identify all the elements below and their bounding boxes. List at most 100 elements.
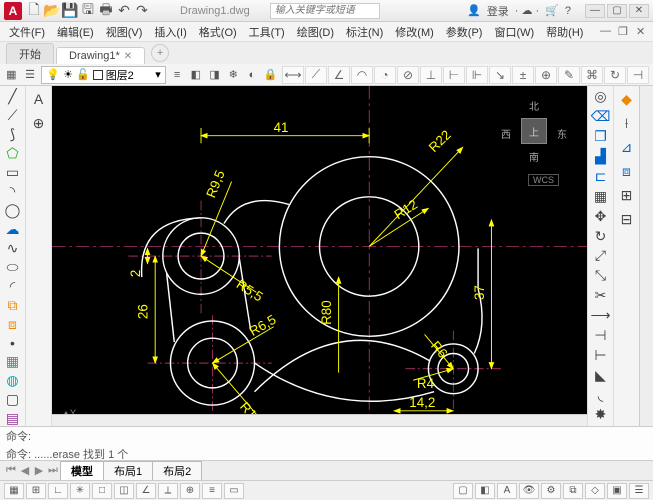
line-icon[interactable]: ╱ (2, 88, 24, 105)
status-grid-icon[interactable]: ▦ (4, 483, 24, 499)
menu-edit[interactable]: 编辑(E) (52, 23, 99, 41)
explode-icon[interactable]: ✸ (590, 406, 612, 424)
tab-model[interactable]: 模型 (60, 461, 104, 481)
status-dyn-icon[interactable]: ⊕ (180, 483, 200, 499)
polyline-icon[interactable]: ⟆ (2, 126, 24, 143)
tool2-a-icon[interactable]: ◆ (616, 88, 638, 110)
close-icon[interactable]: ✕ (124, 51, 132, 62)
dim-update-icon[interactable]: ↻ (604, 66, 626, 84)
tab-start[interactable]: 开始 (6, 43, 54, 64)
stretch-icon[interactable]: ⤡ (590, 267, 612, 285)
region-icon[interactable]: ▢ (2, 391, 24, 408)
status-ws-icon[interactable]: ⚙ (541, 483, 561, 499)
status-otrack-icon[interactable]: ∠ (136, 483, 156, 499)
arc-icon[interactable]: ◝ (2, 183, 24, 200)
menu-view[interactable]: 视图(V) (101, 23, 148, 41)
dim-diameter-icon[interactable]: ⊘ (397, 66, 419, 84)
offset-icon[interactable]: ⊏ (590, 168, 612, 186)
mtext-icon[interactable]: A (28, 88, 50, 110)
undo-icon[interactable]: ↶ (116, 3, 132, 19)
redo-icon[interactable]: ↷ (134, 3, 150, 19)
open-icon[interactable]: 📂 (44, 3, 60, 19)
status-lwt-icon[interactable]: ≡ (202, 483, 222, 499)
dim-aligned-icon[interactable]: ⟋ (305, 66, 327, 84)
save-icon[interactable]: 💾 (62, 3, 78, 19)
status-osnap-icon[interactable]: □ (92, 483, 112, 499)
menu-modify[interactable]: 修改(M) (390, 23, 439, 41)
close-button[interactable]: ✕ (629, 4, 649, 18)
status-hw-icon[interactable]: ⧉ (563, 483, 583, 499)
ellipse-arc-icon[interactable]: ◜ (2, 278, 24, 295)
tab-layout1[interactable]: 布局1 (103, 461, 153, 481)
tool2-b-icon[interactable]: ⟊ (616, 112, 638, 134)
minimize-button[interactable]: — (585, 4, 605, 18)
mirror-icon[interactable]: ▟ (590, 148, 612, 166)
block-create-icon[interactable]: ⧈ (2, 316, 24, 333)
layer-off-icon[interactable]: ◐ (245, 66, 260, 84)
saveas-icon[interactable]: 🖫 (80, 3, 96, 19)
dim-tolerance-icon[interactable]: ± (512, 66, 534, 84)
dim-angular-icon[interactable]: ∠ (328, 66, 350, 84)
tab-nav-next[interactable]: ▶ (32, 464, 46, 477)
menu-param[interactable]: 参数(P) (441, 23, 488, 41)
doc-restore-button[interactable]: ❐ (613, 24, 631, 39)
menu-format[interactable]: 格式(O) (194, 23, 242, 41)
status-ducs-icon[interactable]: ⟂ (158, 483, 178, 499)
new-icon[interactable]: 🗋 (26, 3, 42, 19)
layer-dropdown[interactable]: 💡 ☀ 🔓 图层2 ▾ (41, 66, 165, 84)
maximize-button[interactable]: ▢ (607, 4, 627, 18)
viewcube-top[interactable]: 上 (521, 118, 547, 144)
tab-nav-prev[interactable]: ◀ (18, 464, 32, 477)
help-icon[interactable]: ? (565, 5, 571, 17)
array-icon[interactable]: ▦ (590, 187, 612, 205)
dim-arc-icon[interactable]: ◠ (351, 66, 373, 84)
fillet-icon[interactable]: ◟ (590, 386, 612, 404)
dim-baseline-icon[interactable]: ⊩ (466, 66, 488, 84)
erase-icon[interactable]: ⌫ (590, 108, 612, 126)
dim-leader-icon[interactable]: ↘ (489, 66, 511, 84)
join-icon[interactable]: ⊢ (590, 346, 612, 364)
status-polar-icon[interactable]: ✳ (70, 483, 90, 499)
view-cube[interactable]: 上 北 南 东 西 (499, 96, 569, 166)
dim-linear-icon[interactable]: ⟷ (282, 66, 304, 84)
layer-prev-icon[interactable]: ◧ (188, 66, 203, 84)
point-icon[interactable]: • (2, 335, 24, 351)
dim-continue-icon[interactable]: ⊢ (443, 66, 465, 84)
dim-center-icon[interactable]: ⊕ (535, 66, 557, 84)
menu-help[interactable]: 帮助(H) (541, 23, 588, 41)
menu-draw[interactable]: 绘图(D) (292, 23, 339, 41)
doc-minimize-button[interactable]: — (595, 24, 613, 39)
xline-icon[interactable]: ⟋ (2, 107, 24, 124)
gradient-icon[interactable]: ◍ (2, 372, 24, 389)
tool2-e-icon[interactable]: ⊞ (616, 184, 638, 206)
tool2-d-icon[interactable]: ⧈ (616, 160, 638, 182)
layer-props-icon[interactable]: ▦ (4, 66, 19, 84)
status-annovis-icon[interactable]: 👁 (519, 483, 539, 499)
polygon-icon[interactable]: ⬠ (2, 145, 24, 162)
copy-icon[interactable]: ❐ (590, 128, 612, 146)
user-icon[interactable]: 👤 (467, 4, 481, 17)
rotate-icon[interactable]: ↻ (590, 227, 612, 245)
status-snap-icon[interactable]: ⊞ (26, 483, 46, 499)
layer-iso-icon[interactable]: ◨ (207, 66, 222, 84)
layer-lock-icon[interactable]: 🔒 (263, 66, 278, 84)
circle-icon[interactable]: ◯ (2, 202, 24, 219)
cart-icon[interactable]: 🛒 (545, 4, 559, 17)
tool2-f-icon[interactable]: ⊟ (616, 208, 638, 230)
layer-freeze-icon[interactable]: ❄ (226, 66, 241, 84)
navbar-icon[interactable]: ◎ (590, 88, 612, 106)
status-qp-icon[interactable]: ◧ (475, 483, 495, 499)
tab-nav-first[interactable]: ⏮ (4, 464, 18, 477)
status-ortho-icon[interactable]: ∟ (48, 483, 68, 499)
dim-break-icon[interactable]: ⊣ (627, 66, 649, 84)
doc-close-button[interactable]: ✕ (631, 24, 649, 39)
menu-dimension[interactable]: 标注(N) (341, 23, 388, 41)
status-annoscale-icon[interactable]: A (497, 483, 517, 499)
menu-insert[interactable]: 插入(I) (149, 23, 191, 41)
tab-nav-last[interactable]: ⏭ (46, 464, 60, 477)
login-link[interactable]: 登录 (487, 3, 509, 19)
rectangle-icon[interactable]: ▭ (2, 164, 24, 181)
tool2-c-icon[interactable]: ⊿ (616, 136, 638, 158)
block-insert-icon[interactable]: ⧉ (2, 297, 24, 314)
extend-icon[interactable]: ⟶ (590, 307, 612, 325)
